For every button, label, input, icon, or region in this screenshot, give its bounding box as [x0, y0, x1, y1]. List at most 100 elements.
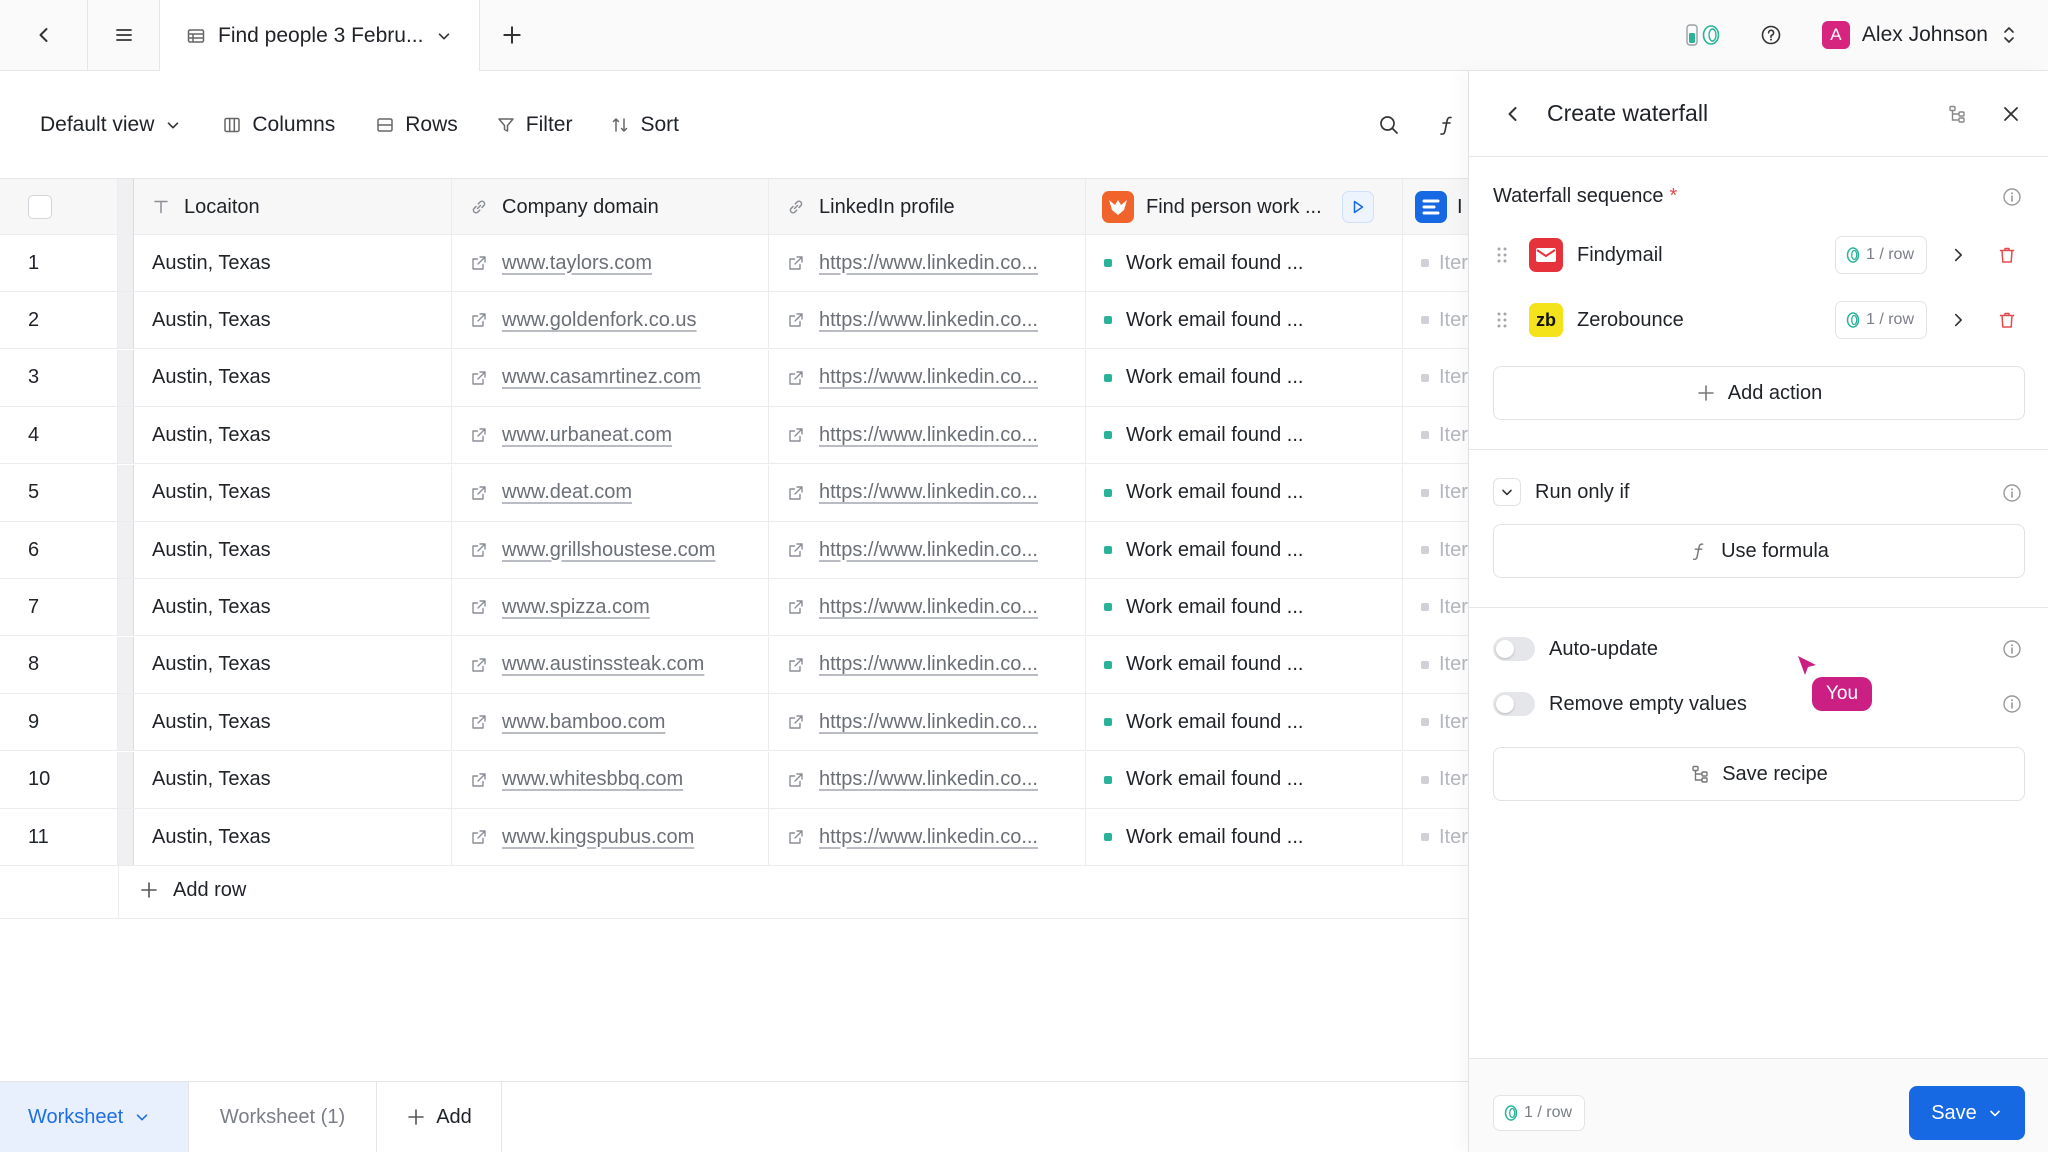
cell-company-domain[interactable]: www.deat.com	[452, 464, 769, 521]
linkedin-link[interactable]: https://www.linkedin.co...	[819, 252, 1038, 275]
cell-next[interactable]: Iter	[1403, 292, 1468, 348]
cell-next[interactable]: Iter	[1403, 350, 1468, 406]
cell-next[interactable]: Iter	[1403, 465, 1468, 521]
linkedin-link[interactable]: https://www.linkedin.co...	[819, 481, 1038, 504]
cell-find-person[interactable]: Work email found ...	[1086, 349, 1403, 406]
credits-indicator[interactable]	[1686, 23, 1720, 47]
delete-provider-button[interactable]	[1997, 310, 2017, 330]
cell-company-domain[interactable]: www.spizza.com	[452, 579, 769, 636]
table-row[interactable]: 9 Austin, Texas www.bamboo.com https://w…	[0, 694, 1468, 752]
table-row[interactable]: 1 Austin, Texas www.taylors.com https://…	[0, 235, 1468, 292]
drag-handle-icon[interactable]	[1495, 310, 1509, 330]
tab-find-people[interactable]: Find people 3 Febru...	[160, 0, 480, 71]
column-header-find-person[interactable]: Find person work ...	[1086, 179, 1403, 235]
table-row[interactable]: 2 Austin, Texas www.goldenfork.co.us htt…	[0, 292, 1468, 350]
cell-linkedin[interactable]: https://www.linkedin.co...	[769, 349, 1086, 406]
table-row[interactable]: 6 Austin, Texas www.grillshoustese.com h…	[0, 522, 1468, 579]
new-tab-button[interactable]	[480, 0, 544, 70]
cell-next[interactable]: Iter	[1403, 579, 1468, 635]
linkedin-link[interactable]: https://www.linkedin.co...	[819, 424, 1038, 447]
filter-button[interactable]: Filter	[496, 113, 572, 137]
save-button[interactable]: Save	[1909, 1086, 2025, 1140]
freeze-handle[interactable]	[118, 179, 134, 235]
rows-button[interactable]: Rows	[375, 113, 458, 137]
delete-provider-button[interactable]	[1997, 245, 2017, 265]
domain-link[interactable]: www.deat.com	[502, 481, 632, 504]
linkedin-link[interactable]: https://www.linkedin.co...	[819, 596, 1038, 619]
cell-company-domain[interactable]: www.grillshoustese.com	[452, 522, 769, 578]
cell-linkedin[interactable]: https://www.linkedin.co...	[769, 809, 1086, 865]
table-row[interactable]: 10 Austin, Texas www.whitesbbq.com https…	[0, 751, 1468, 809]
linkedin-link[interactable]: https://www.linkedin.co...	[819, 366, 1038, 389]
add-sheet-button[interactable]: Add	[377, 1082, 502, 1152]
cell-find-person[interactable]: Work email found ...	[1086, 809, 1403, 865]
domain-link[interactable]: www.grillshoustese.com	[502, 539, 715, 562]
linkedin-link[interactable]: https://www.linkedin.co...	[819, 653, 1038, 676]
cell-company-domain[interactable]: www.austinssteak.com	[452, 636, 769, 693]
cell-company-domain[interactable]: www.bamboo.com	[452, 694, 769, 751]
cell-find-person[interactable]: Work email found ...	[1086, 694, 1403, 751]
column-header-location[interactable]: Locaiton	[134, 179, 452, 235]
sheet-tab-worksheet-1[interactable]: Worksheet (1)	[189, 1082, 377, 1152]
domain-link[interactable]: www.urbaneat.com	[502, 424, 672, 447]
linkedin-link[interactable]: https://www.linkedin.co...	[819, 309, 1038, 332]
domain-link[interactable]: www.taylors.com	[502, 252, 652, 275]
cell-find-person[interactable]: Work email found ...	[1086, 464, 1403, 521]
domain-link[interactable]: www.casamrtinez.com	[502, 366, 701, 389]
expand-provider-button[interactable]	[1949, 311, 1967, 329]
provider-row-zerobounce[interactable]: zb Zerobounce 1 / row	[1493, 295, 2025, 345]
cell-company-domain[interactable]: www.casamrtinez.com	[452, 349, 769, 406]
select-all-checkbox[interactable]	[28, 195, 52, 219]
cell-next[interactable]: Iter	[1403, 522, 1468, 578]
cell-linkedin[interactable]: https://www.linkedin.co...	[769, 464, 1086, 521]
linkedin-link[interactable]: https://www.linkedin.co...	[819, 826, 1038, 849]
linkedin-link[interactable]: https://www.linkedin.co...	[819, 539, 1038, 562]
cell-next[interactable]: Iter	[1403, 694, 1468, 750]
cell-next[interactable]: Iter	[1403, 752, 1468, 808]
cell-location[interactable]: Austin, Texas	[134, 694, 452, 751]
domain-link[interactable]: www.goldenfork.co.us	[502, 309, 697, 332]
cell-find-person[interactable]: Work email found ...	[1086, 407, 1403, 464]
cell-next[interactable]: Iter	[1403, 637, 1468, 693]
cell-find-person[interactable]: Work email found ...	[1086, 235, 1403, 291]
linkedin-link[interactable]: https://www.linkedin.co...	[819, 768, 1038, 791]
domain-link[interactable]: www.kingspubus.com	[502, 826, 694, 849]
cell-find-person[interactable]: Work email found ...	[1086, 751, 1403, 808]
domain-link[interactable]: www.austinssteak.com	[502, 653, 704, 676]
search-button[interactable]	[1378, 114, 1400, 136]
table-row[interactable]: 8 Austin, Texas www.austinssteak.com htt…	[0, 636, 1468, 694]
cell-linkedin[interactable]: https://www.linkedin.co...	[769, 751, 1086, 808]
recipe-tree-button[interactable]	[1947, 104, 1967, 124]
cell-linkedin[interactable]: https://www.linkedin.co...	[769, 407, 1086, 464]
save-recipe-button[interactable]: Save recipe	[1493, 747, 2025, 801]
linkedin-link[interactable]: https://www.linkedin.co...	[819, 711, 1038, 734]
cell-next[interactable]: Iter	[1403, 407, 1468, 463]
table-row[interactable]: 7 Austin, Texas www.spizza.com https://w…	[0, 579, 1468, 637]
cell-linkedin[interactable]: https://www.linkedin.co...	[769, 694, 1086, 751]
cell-location[interactable]: Austin, Texas	[134, 292, 452, 349]
sheet-tab-worksheet[interactable]: Worksheet	[0, 1082, 189, 1152]
menu-button[interactable]	[88, 0, 160, 70]
cell-company-domain[interactable]: www.kingspubus.com	[452, 809, 769, 865]
cell-company-domain[interactable]: www.whitesbbq.com	[452, 751, 769, 808]
cell-linkedin[interactable]: https://www.linkedin.co...	[769, 522, 1086, 578]
provider-row-findymail[interactable]: Findymail 1 / row	[1493, 230, 2025, 280]
cell-location[interactable]: Austin, Texas	[134, 464, 452, 521]
cell-find-person[interactable]: Work email found ...	[1086, 579, 1403, 636]
cell-location[interactable]: Austin, Texas	[134, 522, 452, 578]
sort-button[interactable]: Sort	[610, 113, 679, 137]
cell-linkedin[interactable]: https://www.linkedin.co...	[769, 235, 1086, 291]
cell-company-domain[interactable]: www.goldenfork.co.us	[452, 292, 769, 349]
add-action-button[interactable]: Add action	[1493, 366, 2025, 420]
panel-back-button[interactable]	[1503, 104, 1523, 124]
cell-location[interactable]: Austin, Texas	[134, 349, 452, 406]
cell-linkedin[interactable]: https://www.linkedin.co...	[769, 579, 1086, 636]
cell-next[interactable]: Iter	[1403, 235, 1468, 291]
run-only-if-toggle[interactable]: Run only if	[1493, 478, 1630, 506]
table-row[interactable]: 3 Austin, Texas www.casamrtinez.com http…	[0, 349, 1468, 407]
cell-location[interactable]: Austin, Texas	[134, 751, 452, 808]
expand-provider-button[interactable]	[1949, 246, 1967, 264]
run-column-button[interactable]	[1341, 191, 1374, 223]
column-header-next[interactable]: I	[1403, 179, 1468, 235]
add-row[interactable]: Add row	[0, 862, 1468, 919]
